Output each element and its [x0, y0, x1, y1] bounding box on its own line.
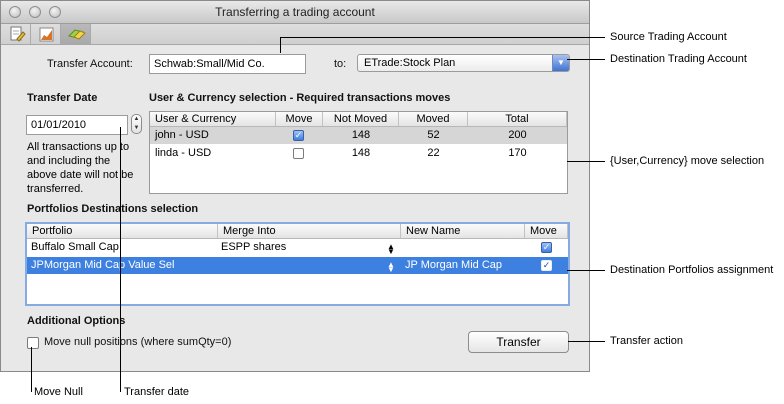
transfer-date-field[interactable]: 01/01/2010 [26, 115, 128, 135]
callout-line [567, 161, 605, 162]
column-header[interactable]: Portfolio [27, 224, 218, 238]
column-header[interactable]: Merge Into [218, 224, 401, 238]
note-line: All transactions up to [27, 141, 130, 153]
table-row[interactable]: JPMorgan Mid Cap Value Sel ▲ ▼ JP Morgan… [27, 257, 568, 274]
user-currency-table: User & Currency Move Not Moved Moved Tot… [149, 111, 568, 194]
callout-line [567, 59, 605, 60]
annotation-user-currency: {User,Currency} move selection [610, 155, 765, 167]
note-line: and including the [27, 155, 111, 167]
table-row[interactable]: Buffalo Small Cap ESPP shares ▲ ▼ ✓ [27, 239, 568, 256]
callout-line [567, 270, 605, 271]
not-moved-cell: 148 [351, 147, 371, 159]
column-header[interactable]: Moved [399, 112, 468, 126]
transfer-icon [68, 29, 86, 40]
moved-cell: 22 [427, 147, 440, 159]
table-header: Portfolio Merge Into New Name Move [27, 224, 568, 239]
annotation-transfer-action: Transfer action [610, 335, 683, 347]
move-checkbox[interactable]: ✓ [541, 242, 552, 253]
column-header[interactable]: User & Currency [150, 112, 276, 126]
callout-line [31, 347, 32, 392]
toolbar-button-note[interactable] [1, 24, 31, 44]
chart-icon [39, 27, 54, 42]
callout-line [280, 37, 605, 38]
transfer-account-label: Transfer Account: [47, 58, 133, 70]
new-name-cell[interactable]: JP Morgan Mid Cap [405, 257, 502, 273]
annotation-move-null: Move Null [34, 386, 83, 398]
destination-account-popup[interactable]: ETrade:Stock Plan ▼ [357, 54, 570, 72]
to-label: to: [334, 58, 347, 70]
column-header[interactable]: New Name [401, 224, 525, 238]
annotation-transfer-date: Transfer date [124, 386, 190, 398]
merge-into-popup[interactable]: ESPP shares [221, 239, 286, 255]
not-moved-cell: 148 [351, 129, 371, 141]
annotation-source: Source Trading Account [610, 31, 727, 43]
move-null-checkbox[interactable] [27, 337, 39, 349]
user-currency-cell: linda - USD [155, 147, 212, 159]
title-bar: Transferring a trading account [1, 1, 589, 24]
callout-line [568, 341, 605, 342]
additional-options-heading: Additional Options [27, 315, 126, 327]
column-header[interactable]: Move [276, 112, 323, 126]
note-icon [10, 26, 26, 42]
chevron-down-icon: ▼ [552, 55, 569, 71]
portfolios-heading: Portfolios Destinations selection [27, 203, 199, 215]
source-account-field[interactable]: Schwab:Small/Mid Co. [149, 54, 306, 74]
window: Transferring a trading account Transfer [0, 0, 590, 372]
date-stepper[interactable]: ▲ ▼ [131, 114, 142, 134]
callout-line [120, 127, 121, 392]
window-title: Transferring a trading account [215, 5, 375, 19]
move-checkbox[interactable]: ✓ [293, 130, 304, 141]
column-header[interactable]: Not Moved [323, 112, 399, 126]
transfer-date-heading: Transfer Date [27, 92, 98, 104]
callout-line [280, 37, 281, 53]
toolbar-button-transfer[interactable] [61, 24, 91, 44]
user-currency-heading: User & Currency selection - Required tra… [149, 92, 451, 104]
toolbar-button-chart[interactable] [31, 24, 61, 44]
annotation-portfolios: Destination Portfolios assignment [610, 264, 774, 276]
total-cell: 170 [508, 147, 527, 159]
note-line: above date will not be [27, 169, 134, 181]
transfer-date-note: All transactions up to and including the… [27, 140, 147, 196]
portfolio-cell: Buffalo Small Cap [31, 241, 119, 253]
stepper-icon: ▼ [387, 265, 395, 274]
moved-cell: 52 [427, 129, 440, 141]
move-null-label[interactable]: Move null positions (where sumQty=0) [44, 336, 231, 348]
table-row[interactable]: linda - USD 148 22 170 [150, 145, 567, 162]
move-checkbox[interactable] [293, 148, 304, 159]
transfer-button[interactable]: Transfer [468, 331, 569, 353]
user-currency-cell: john - USD [155, 129, 209, 141]
toolbar [1, 24, 589, 45]
move-checkbox[interactable]: ✓ [541, 260, 552, 271]
column-header[interactable]: Total [468, 112, 567, 126]
column-header[interactable]: Move [525, 224, 568, 238]
annotation-destination: Destination Trading Account [610, 53, 747, 65]
portfolios-table: Portfolio Merge Into New Name Move Buffa… [25, 222, 570, 306]
total-cell: 200 [508, 129, 527, 141]
table-header: User & Currency Move Not Moved Moved Tot… [150, 112, 567, 127]
table-row[interactable]: john - USD ✓ 148 52 200 [150, 127, 567, 144]
portfolio-cell: JPMorgan Mid Cap Value Sel [31, 259, 175, 271]
note-line: transferred. [27, 183, 84, 195]
destination-account-value: ETrade:Stock Plan [364, 57, 456, 69]
